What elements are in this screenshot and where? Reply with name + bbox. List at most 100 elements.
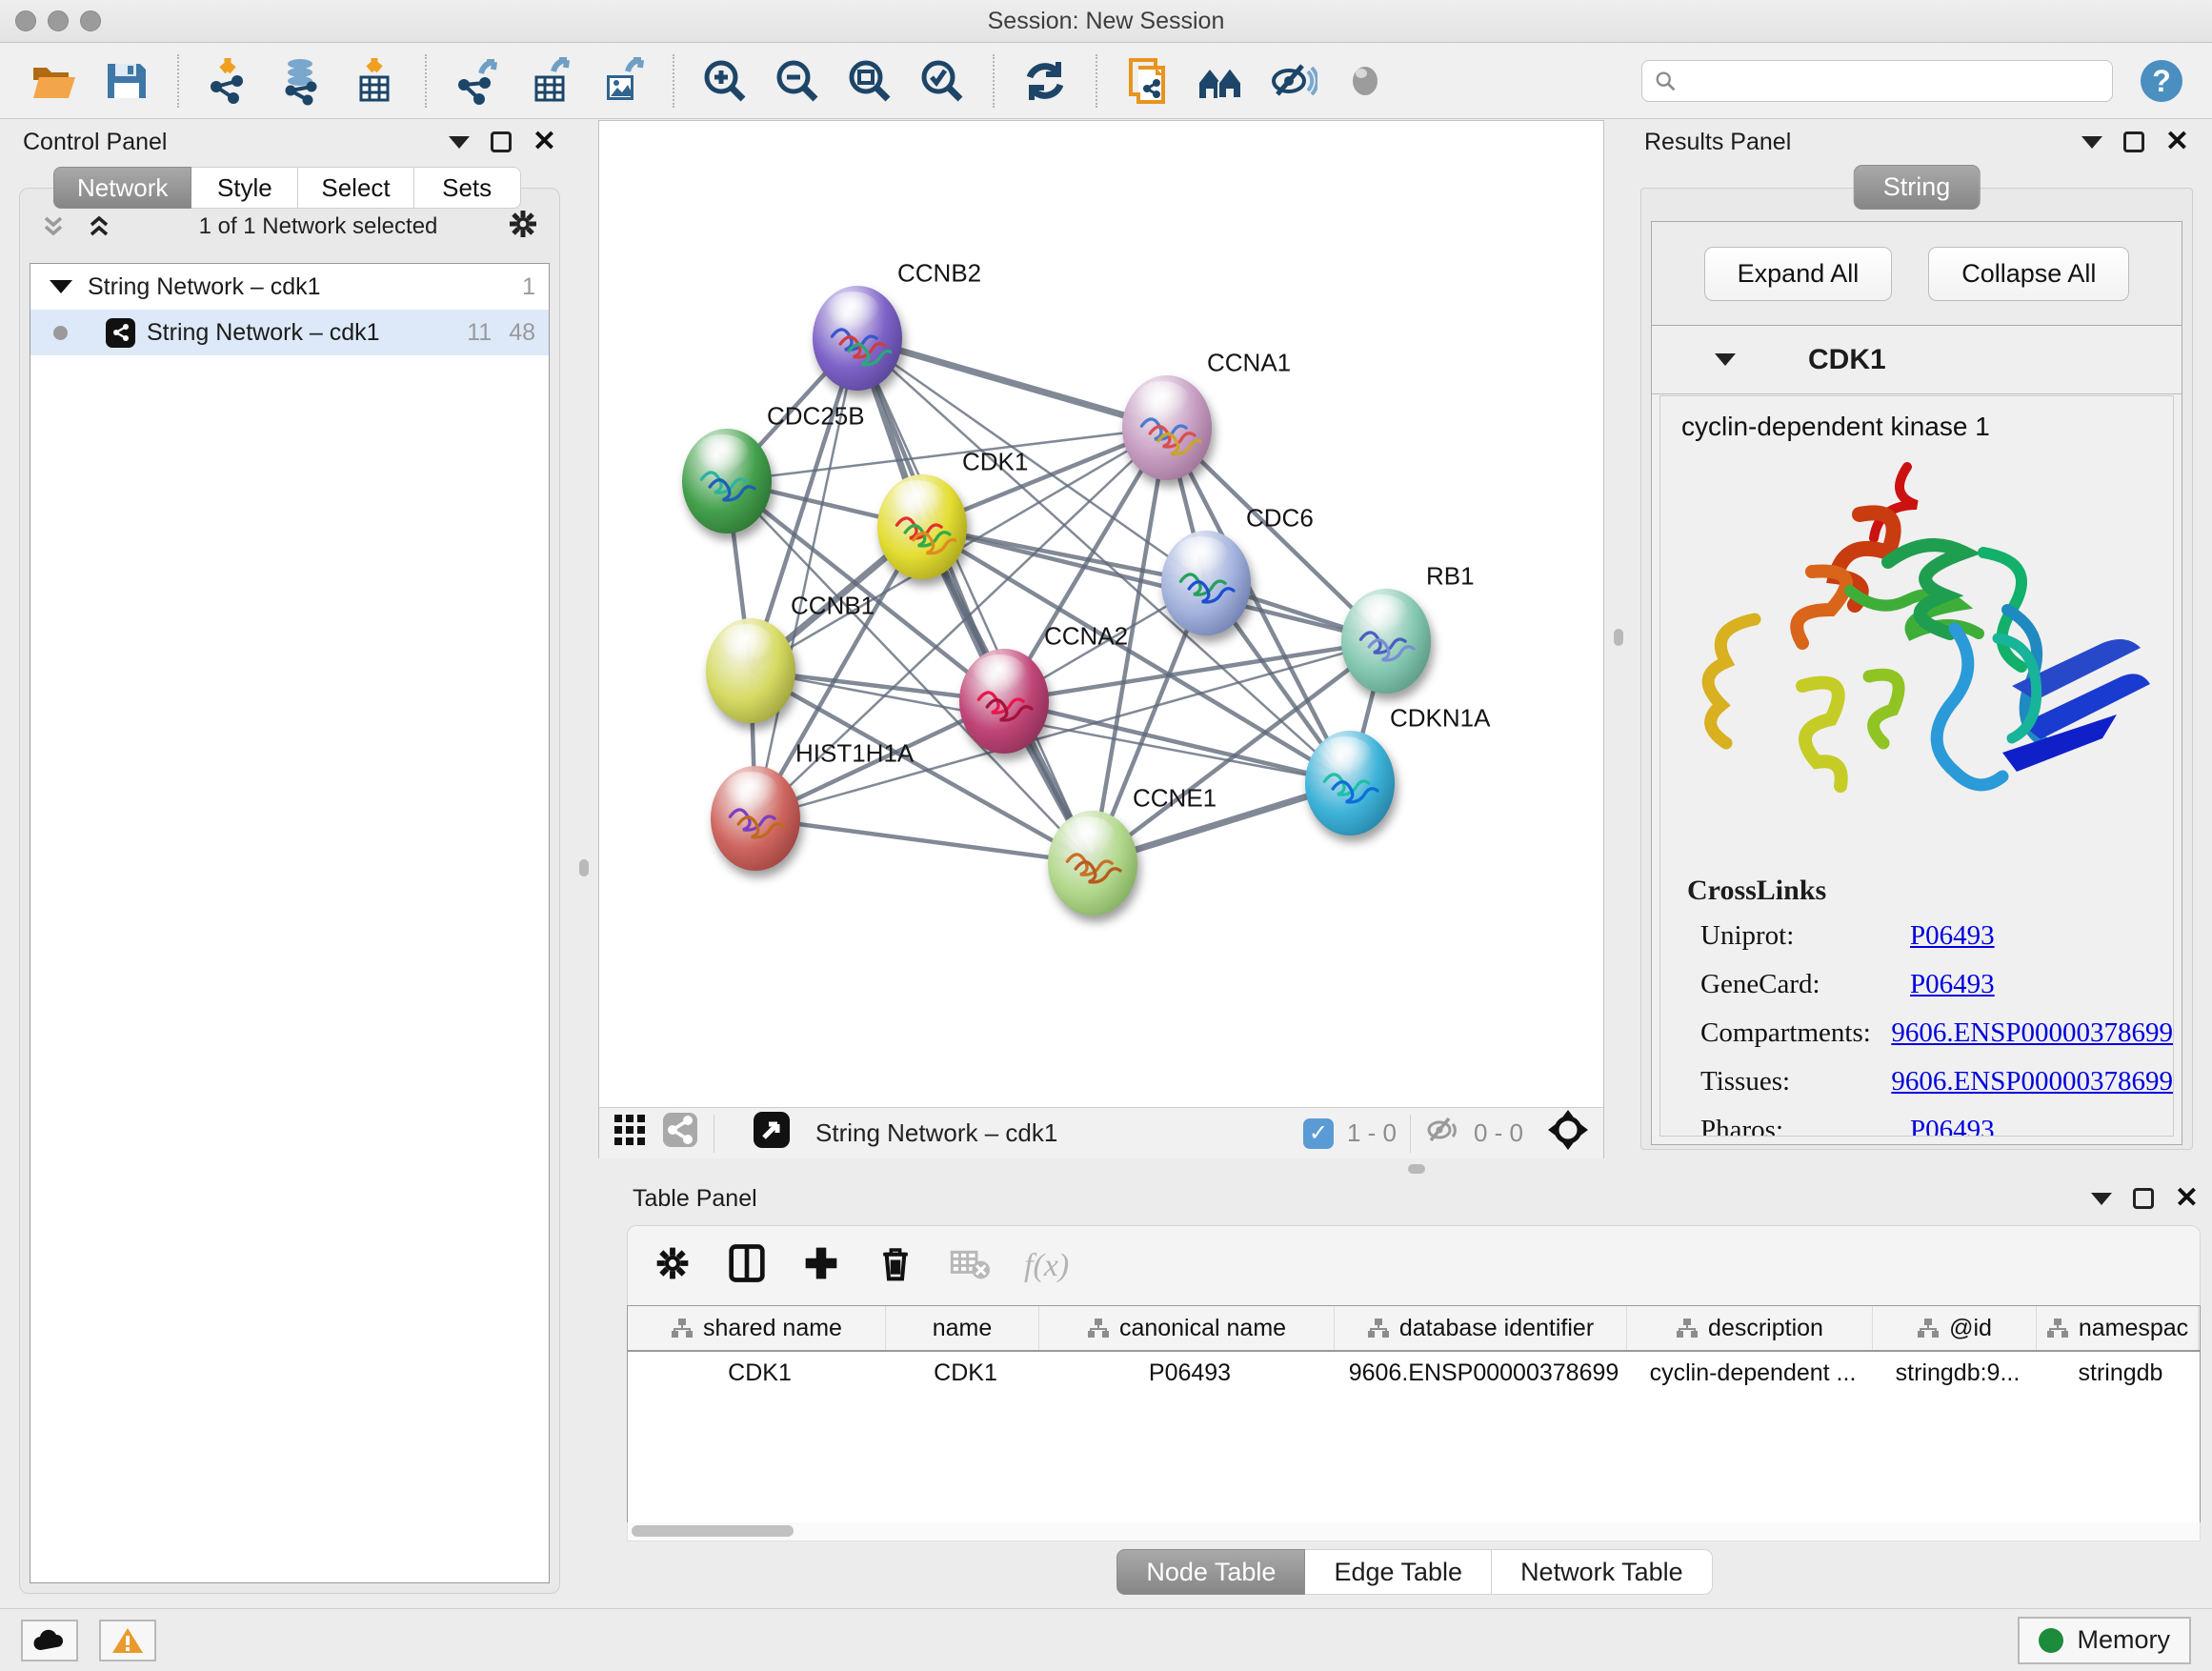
- clone-network-button[interactable]: [1122, 55, 1174, 107]
- function-builder-icon[interactable]: f(x): [1024, 1248, 1069, 1284]
- float-panel-icon[interactable]: [2133, 1188, 2154, 1209]
- column-header--id[interactable]: @id: [1873, 1306, 2037, 1350]
- zoom-in-button[interactable]: [699, 55, 751, 107]
- network-node-cdc6[interactable]: [1161, 531, 1251, 635]
- column-header-shared-name[interactable]: shared name: [628, 1306, 886, 1350]
- network-node-ccne1[interactable]: [1048, 811, 1137, 916]
- network-edge[interactable]: [857, 338, 1167, 428]
- network-options-gear-icon[interactable]: [506, 207, 540, 248]
- delete-column-icon[interactable]: [875, 1243, 915, 1288]
- column-header-database-identifier[interactable]: database identifier: [1335, 1306, 1627, 1350]
- import-table-button[interactable]: [349, 55, 400, 107]
- table-horizontal-scrollbar[interactable]: [627, 1522, 2201, 1541]
- crosslink-link[interactable]: P06493: [1910, 920, 1995, 952]
- table-cell[interactable]: 9606.ENSP00000378699: [1335, 1359, 1627, 1387]
- tab-network[interactable]: Network: [53, 167, 191, 209]
- node-section-header[interactable]: CDK1: [1652, 326, 2182, 394]
- expand-all-networks-icon[interactable]: [85, 212, 113, 241]
- panel-menu-icon[interactable]: [2081, 136, 2102, 149]
- network-node-cdkn1a[interactable]: [1305, 731, 1395, 836]
- show-graphics-details-icon[interactable]: [1339, 55, 1391, 107]
- network-node-ccnb1[interactable]: [706, 618, 795, 723]
- network-canvas[interactable]: CCNB2CCNA1CDC25BCDK1CDC6RB1CCNB1CCNA2CDK…: [599, 121, 1603, 1107]
- open-file-button[interactable]: [29, 55, 80, 107]
- show-all-panels-icon[interactable]: [1195, 55, 1246, 107]
- grid-view-icon[interactable]: [613, 1113, 647, 1154]
- network-collection-row[interactable]: String Network – cdk1 1: [30, 264, 549, 310]
- panel-menu-icon[interactable]: [2091, 1193, 2112, 1205]
- table-cell[interactable]: stringdb: [2037, 1359, 2199, 1387]
- network-edge[interactable]: [755, 818, 1093, 863]
- table-row[interactable]: CDK1CDK1P064939606.ENSP00000378699cyclin…: [628, 1352, 2200, 1394]
- cloud-status-button[interactable]: [21, 1620, 78, 1661]
- import-network-file-button[interactable]: [204, 55, 255, 107]
- tab-node-table[interactable]: Node Table: [1116, 1549, 1305, 1595]
- fit-selected-crosshair-icon[interactable]: [1546, 1108, 1590, 1158]
- tab-string[interactable]: String: [1854, 165, 1981, 210]
- close-panel-icon[interactable]: ✕: [2175, 1188, 2199, 1209]
- collapse-all-button[interactable]: Collapse All: [1928, 247, 2129, 301]
- left-splitter-handle[interactable]: [579, 859, 589, 876]
- tab-edge-table[interactable]: Edge Table: [1305, 1549, 1492, 1595]
- table-cell[interactable]: stringdb:9...: [1873, 1359, 2037, 1387]
- zoom-fit-button[interactable]: [844, 55, 895, 107]
- hidden-items-icon[interactable]: [1424, 1112, 1460, 1155]
- column-header-namespac[interactable]: namespac: [2037, 1306, 2199, 1350]
- section-collapse-caret[interactable]: [1715, 353, 1736, 366]
- network-node-ccnb2[interactable]: [813, 286, 902, 391]
- network-node-cdc25b[interactable]: [682, 429, 772, 534]
- tab-style[interactable]: Style: [191, 167, 298, 209]
- column-header-description[interactable]: description: [1627, 1306, 1873, 1350]
- memory-button[interactable]: Memory: [2018, 1617, 2191, 1664]
- window-controls[interactable]: [15, 10, 101, 31]
- table-cell[interactable]: cyclin-dependent ...: [1627, 1359, 1873, 1387]
- network-row[interactable]: String Network – cdk1 11 48: [30, 310, 549, 355]
- warnings-button[interactable]: [99, 1620, 156, 1661]
- delete-table-icon[interactable]: [950, 1243, 990, 1288]
- crosslink-link[interactable]: P06493: [1910, 1115, 1995, 1137]
- tab-network-table[interactable]: Network Table: [1492, 1549, 1713, 1595]
- float-panel-icon[interactable]: [491, 131, 512, 152]
- minimize-window-button[interactable]: [48, 10, 69, 31]
- save-session-button[interactable]: [101, 55, 152, 107]
- tab-select[interactable]: Select: [298, 167, 413, 209]
- show-columns-icon[interactable]: [727, 1243, 767, 1288]
- export-network-button[interactable]: [452, 55, 503, 107]
- table-cell[interactable]: CDK1: [628, 1359, 886, 1387]
- crosslink-link[interactable]: 9606.ENSP00000378699: [1891, 1017, 2173, 1049]
- hide-panels-icon[interactable]: [1267, 55, 1318, 107]
- help-button[interactable]: ?: [2136, 55, 2187, 107]
- export-table-button[interactable]: [524, 55, 575, 107]
- column-header-canonical-name[interactable]: canonical name: [1039, 1306, 1335, 1350]
- selected-nodes-checkbox[interactable]: ✓: [1303, 1118, 1334, 1149]
- network-node-rb1[interactable]: [1341, 589, 1431, 694]
- network-node-ccna2[interactable]: [959, 649, 1049, 754]
- network-edge[interactable]: [922, 527, 1386, 641]
- network-node-ccna1[interactable]: [1122, 375, 1212, 480]
- expand-all-button[interactable]: Expand All: [1704, 247, 1893, 301]
- right-splitter-handle[interactable]: [1614, 629, 1623, 646]
- float-panel-icon[interactable]: [2123, 131, 2144, 152]
- table-cell[interactable]: CDK1: [886, 1359, 1039, 1387]
- close-panel-icon[interactable]: ✕: [533, 131, 556, 152]
- maximize-window-button[interactable]: [80, 10, 101, 31]
- export-image-button[interactable]: [596, 55, 648, 107]
- add-column-icon[interactable]: [801, 1243, 841, 1288]
- collapse-all-networks-icon[interactable]: [39, 212, 68, 241]
- zoom-out-button[interactable]: [772, 55, 823, 107]
- network-share-icon[interactable]: [662, 1112, 698, 1155]
- network-edge[interactable]: [857, 338, 1093, 863]
- birdseye-view-icon[interactable]: [753, 1111, 791, 1156]
- column-header-name[interactable]: name: [886, 1306, 1039, 1350]
- table-settings-gear-icon[interactable]: [653, 1243, 693, 1288]
- collection-expand-caret[interactable]: [50, 280, 72, 293]
- close-panel-icon[interactable]: ✕: [2165, 131, 2189, 152]
- horizontal-splitter-handle[interactable]: [1408, 1164, 1425, 1174]
- refresh-button[interactable]: [1019, 55, 1071, 107]
- import-network-database-button[interactable]: [276, 55, 328, 107]
- crosslink-link[interactable]: P06493: [1910, 969, 1995, 1000]
- crosslink-link[interactable]: 9606.ENSP00000378699: [1891, 1066, 2173, 1097]
- search-input[interactable]: [1684, 68, 2101, 94]
- panel-menu-icon[interactable]: [449, 136, 470, 149]
- table-cell[interactable]: P06493: [1039, 1359, 1335, 1387]
